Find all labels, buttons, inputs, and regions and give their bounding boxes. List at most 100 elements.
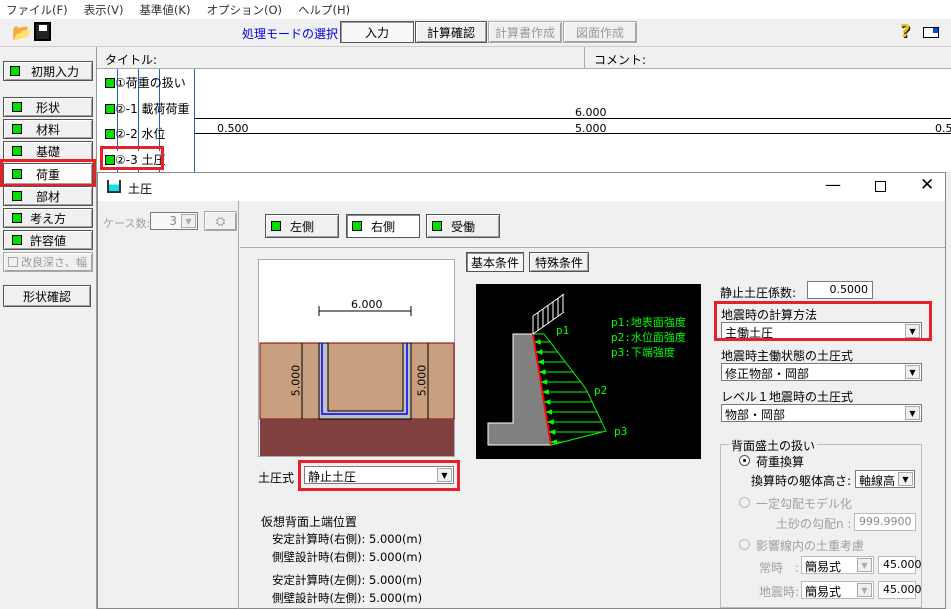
tree-item-water-level[interactable]: ②-2 水位 xyxy=(105,125,166,142)
row-value: 5.000(m) xyxy=(369,550,423,564)
row-label: 安定計算時(右側): xyxy=(272,532,366,546)
highlight-load xyxy=(0,159,96,187)
mode-input-button[interactable]: 入力 xyxy=(340,21,414,43)
radio-constant-slope[interactable] xyxy=(739,497,750,508)
minimize-icon[interactable]: — xyxy=(825,175,841,194)
mode-report-button[interactable]: 計算書作成 xyxy=(488,21,562,43)
left-item-foundation[interactable]: 基礎 xyxy=(3,141,93,161)
item-label: 基礎 xyxy=(35,144,60,159)
backfill-title: 背面盛土の扱い xyxy=(729,437,818,454)
level1-value: 物部・岡部 xyxy=(725,408,786,422)
label-p2: p2 xyxy=(594,384,608,397)
menu-file[interactable]: ファイル(F) xyxy=(6,2,68,17)
seismic-active-label: 地震時主働状態の土圧式 xyxy=(721,349,854,363)
item-label: 部材 xyxy=(35,189,60,204)
info-card-icon[interactable] xyxy=(923,27,939,38)
mode-drawing-button[interactable]: 図面作成 xyxy=(563,21,637,43)
arrow-head xyxy=(533,339,541,345)
radio-load-conversion[interactable] xyxy=(739,455,750,466)
highlight-earth-pressure xyxy=(100,146,164,170)
section-drawing xyxy=(259,306,455,456)
side-left-button[interactable]: 左側 xyxy=(265,214,339,238)
open-folder-icon[interactable]: 📂 xyxy=(12,23,32,42)
mode-label: 処理モードの選択 xyxy=(242,27,339,41)
opt3-label: 影響線内の土重考慮 xyxy=(756,539,865,553)
section-figure: 6.000 5.000 5.000 xyxy=(258,259,455,457)
legend-p3: p3:下端強度 xyxy=(611,346,675,359)
opt1-label: 荷重換算 xyxy=(756,455,805,469)
menu-standard[interactable]: 基準値(K) xyxy=(139,2,190,17)
virtual-title: 仮想背面上端位置 xyxy=(261,515,358,529)
row-value: 5.000(m) xyxy=(369,591,423,605)
maximize-icon[interactable] xyxy=(875,181,886,192)
help-question-icon[interactable]: ? xyxy=(900,21,910,42)
row-label: 側壁設計時(右側): xyxy=(272,550,366,564)
legend-p1: p1:地表面強度 xyxy=(611,316,686,329)
side-passive-button[interactable]: 受働 xyxy=(426,214,500,238)
quake-select-value: 簡易式 xyxy=(805,585,842,599)
left-item-approach[interactable]: 考え方 xyxy=(3,208,93,228)
case-add-button: ⛭ xyxy=(204,211,237,231)
opt2-label: 一定勾配モデル化 xyxy=(756,497,853,511)
menu-help[interactable]: ヘルプ(H) xyxy=(298,2,350,17)
arrow-head xyxy=(548,429,556,435)
case-count-select: 3 ▼ xyxy=(150,212,198,230)
dialog-title: 土圧 xyxy=(128,182,153,196)
menu-bar: ファイル(F) 表示(V) 基準値(K) オプション(O) ヘルプ(H) xyxy=(0,0,951,19)
dialog-titlebar: 土圧 — ✕ xyxy=(98,173,945,201)
slope-label: 土砂の勾配n : xyxy=(776,517,852,531)
side-right-button[interactable]: 右側 xyxy=(346,214,420,238)
seismic-active-select[interactable]: 修正物部・岡部 ▼ xyxy=(721,363,922,381)
left-item-allowable[interactable]: 許容値 xyxy=(3,230,93,250)
left-item-shape[interactable]: 形状 xyxy=(3,97,93,117)
item-label: 形状 xyxy=(35,100,60,115)
comment-label: コメント: xyxy=(594,53,647,67)
level1-label: レベル１地震時の土圧式 xyxy=(721,390,854,404)
close-icon[interactable]: ✕ xyxy=(920,175,934,195)
left-item-material[interactable]: 材料 xyxy=(3,119,93,139)
tree-item-surcharge[interactable]: ②-1 載荷荷重 xyxy=(105,100,190,117)
earth-pressure-icon xyxy=(107,180,121,193)
height-select[interactable]: 軸線高 ▼ xyxy=(855,470,915,488)
radio-soil-weight[interactable] xyxy=(739,539,750,550)
legend-p2: p2:水位面強度 xyxy=(611,331,686,344)
height-value: 軸線高 xyxy=(859,474,896,488)
quake-angle: 45.000 xyxy=(878,581,922,599)
k0-input[interactable]: 0.5000 xyxy=(807,281,873,299)
arrow-head xyxy=(535,349,543,355)
shape-check-button[interactable]: 形状確認 xyxy=(3,285,91,307)
label-p1: p1 xyxy=(556,324,570,337)
item-label: 考え方 xyxy=(29,211,66,226)
title-label: タイトル: xyxy=(105,53,158,67)
normal-select-value: 簡易式 xyxy=(805,560,842,574)
highlight-earth-formula xyxy=(298,460,460,491)
highlight-seismic-method xyxy=(714,301,932,341)
dim-total: 6.000 xyxy=(575,106,607,119)
tab-special[interactable]: 特殊条件 xyxy=(529,252,589,272)
left-panel: 初期入力 形状 材料 基礎 荷重 部材 考え方 許容値 改良深さ、幅 形状確認 xyxy=(0,47,97,609)
tree-label: ②-2 水位 xyxy=(115,127,166,141)
normal-label: 常時 : xyxy=(759,561,800,575)
normal-select: 簡易式 ▼ xyxy=(801,556,874,574)
arrow-head xyxy=(538,369,546,375)
arrow-head xyxy=(542,389,549,395)
quake-label: 地震時: xyxy=(759,585,800,599)
title-row: タイトル: コメント: xyxy=(97,47,951,69)
figure-height-left: 5.000 xyxy=(289,364,303,397)
mode-calc-check-button[interactable]: 計算確認 xyxy=(415,21,487,43)
level1-select[interactable]: 物部・岡部 ▼ xyxy=(721,404,922,422)
menu-view[interactable]: 表示(V) xyxy=(84,2,124,17)
tab-basic[interactable]: 基本条件 xyxy=(466,252,524,272)
save-icon[interactable] xyxy=(34,22,51,41)
earth-pressure-dialog: 土圧 — ✕ ケース数: 3 ▼ ⛭ 左側 右側 受働 6.000 5.000 5… xyxy=(97,172,946,609)
dim-left: 0.500 xyxy=(217,122,249,135)
menu-option[interactable]: オプション(O) xyxy=(206,2,282,17)
row-label: 側壁設計時(左側): xyxy=(272,591,366,605)
tree-item-load-handling[interactable]: ①荷重の扱い xyxy=(105,74,186,91)
initial-input-button[interactable]: 初期入力 xyxy=(3,61,93,81)
diagram-legend: p1:地表面強度 p2:水位面強度 p3:下端強度 xyxy=(611,315,686,360)
height-label: 換算時の躯体高さ: xyxy=(751,474,852,488)
case-panel: ケース数: 3 ▼ ⛭ xyxy=(98,201,239,609)
left-item-member[interactable]: 部材 xyxy=(3,186,93,206)
side-label: 受働 xyxy=(450,219,475,234)
